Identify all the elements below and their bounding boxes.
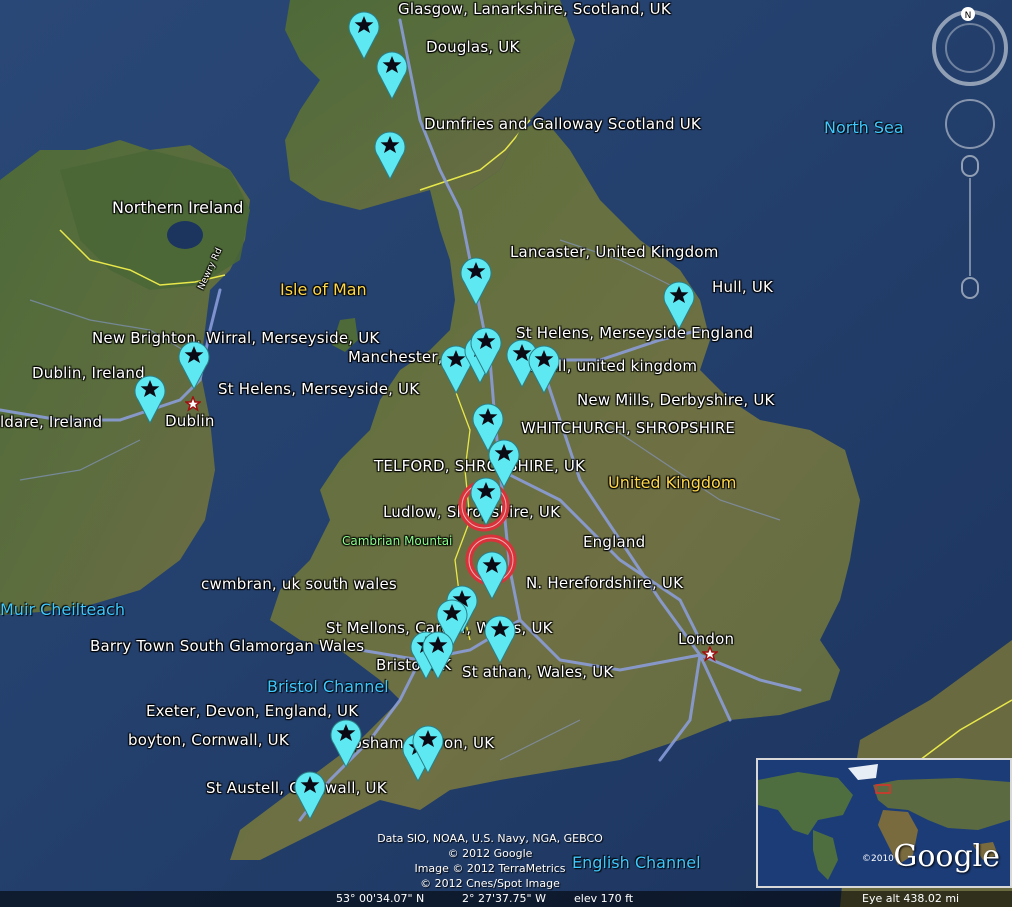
placemark-pin-icon[interactable]: [293, 768, 327, 820]
credit-line: Data SIO, NOAA, U.S. Navy, NGA, GEBCO: [377, 832, 603, 845]
elevation-readout: elev 170 ft: [574, 892, 634, 905]
region-label-england: England: [583, 533, 646, 551]
region-label-united-kingdom: United Kingdom: [608, 473, 737, 492]
placemark-pin-icon[interactable]: [329, 716, 363, 768]
placemark-pin-icon[interactable]: [469, 474, 503, 526]
placemark-pin-icon[interactable]: [373, 128, 407, 180]
place-label-whitchurch[interactable]: WHITCHURCH, SHROPSHIRE: [521, 419, 735, 437]
region-label-northern-ireland: Northern Ireland: [112, 198, 244, 217]
placemark-pin-icon[interactable]: [459, 254, 493, 306]
place-label-hull[interactable]: Hull, UK: [712, 278, 773, 296]
imagery-credits: Data SIO, NOAA, U.S. Navy, NGA, GEBCO © …: [360, 831, 620, 891]
latitude-readout: 53° 00'34.07" N: [336, 892, 425, 905]
place-label-new-brighton[interactable]: New Brighton, Wirral, Merseyside, UK: [92, 329, 379, 347]
credit-line: © 2012 Cnes/Spot Image: [420, 877, 560, 890]
placemark-pin-icon[interactable]: [375, 48, 409, 100]
place-label-boyton[interactable]: boyton, Cornwall, UK: [128, 731, 289, 749]
place-label-cwmbran[interactable]: cwmbran, uk south wales: [201, 575, 397, 593]
overview-map[interactable]: ©2010 Google: [756, 758, 1012, 888]
region-label-isle-of-man: Isle of Man: [280, 280, 367, 299]
longitude-readout: 2° 27'37.75" W: [462, 892, 546, 905]
placemark-pin-icon[interactable]: [662, 278, 696, 330]
water-label-muir: Muir Cheilteach: [0, 600, 125, 619]
placemark-pin-icon[interactable]: [475, 548, 509, 600]
london-city-marker-icon: [702, 646, 718, 662]
place-label-new-mills[interactable]: New Mills, Derbyshire, UK: [577, 391, 775, 409]
place-label-st-athan[interactable]: St athan, Wales, UK: [462, 663, 613, 681]
place-label-st-helens-england[interactable]: St Helens, Merseyside England: [516, 324, 753, 342]
place-label-dumfries[interactable]: Dumfries and Galloway Scotland UK: [424, 115, 701, 133]
dublin-city-marker-icon: [185, 396, 201, 412]
google-logo: Google: [893, 839, 1000, 874]
place-label-n-herefordshire[interactable]: N. Herefordshire, UK: [526, 574, 683, 592]
place-label-lancaster[interactable]: Lancaster, United Kingdom: [510, 243, 719, 261]
placemark-pin-icon[interactable]: [411, 722, 445, 774]
place-label-glasgow[interactable]: Glasgow, Lanarkshire, Scotland, UK: [398, 0, 671, 18]
placemark-pin-icon[interactable]: [133, 372, 167, 424]
status-bar: 53° 00'34.07" N 2° 27'37.75" W elev 170 …: [0, 891, 1012, 907]
water-label-north-sea: North Sea: [824, 118, 904, 137]
place-label-dublin[interactable]: Dublin: [165, 412, 215, 430]
credit-line: © 2012 Google: [447, 847, 533, 860]
placemark-pin-icon[interactable]: [527, 342, 561, 394]
placemark-pin-icon[interactable]: [421, 628, 455, 680]
place-label-telford[interactable]: TELFORD, SHROPSHIRE, UK: [374, 457, 585, 475]
water-label-bristol-channel: Bristol Channel: [267, 677, 389, 696]
place-label-exeter[interactable]: Exeter, Devon, England, UK: [146, 702, 358, 720]
compass-north-label: N: [965, 11, 972, 21]
placemark-pin-icon[interactable]: [483, 612, 517, 664]
overview-copyright: ©2010: [862, 854, 894, 864]
zoom-slider[interactable]: [961, 155, 979, 299]
map-view[interactable]: Northern Ireland Isle of Man United King…: [0, 0, 1012, 907]
eye-altitude-readout: Eye alt 438.02 mi: [862, 892, 960, 905]
placemark-pin-icon[interactable]: [469, 324, 503, 376]
placemark-pin-icon[interactable]: [177, 338, 211, 390]
region-label-cambrian: Cambrian Mountai: [342, 534, 453, 548]
credit-line: Image © 2012 TerraMetrics: [414, 862, 566, 875]
navigation-controls[interactable]: N: [930, 6, 1010, 306]
look-joystick-icon[interactable]: [945, 99, 995, 149]
place-label-barry[interactable]: Barry Town South Glamorgan Wales: [90, 637, 364, 655]
place-label-dublin-ireland[interactable]: Dublin, Ireland: [32, 364, 145, 382]
place-label-st-helens-uk[interactable]: St Helens, Merseyside, UK: [218, 380, 419, 398]
place-label-kildare[interactable]: ldare, Ireland: [0, 413, 102, 431]
place-label-douglas[interactable]: Douglas, UK: [426, 38, 519, 56]
